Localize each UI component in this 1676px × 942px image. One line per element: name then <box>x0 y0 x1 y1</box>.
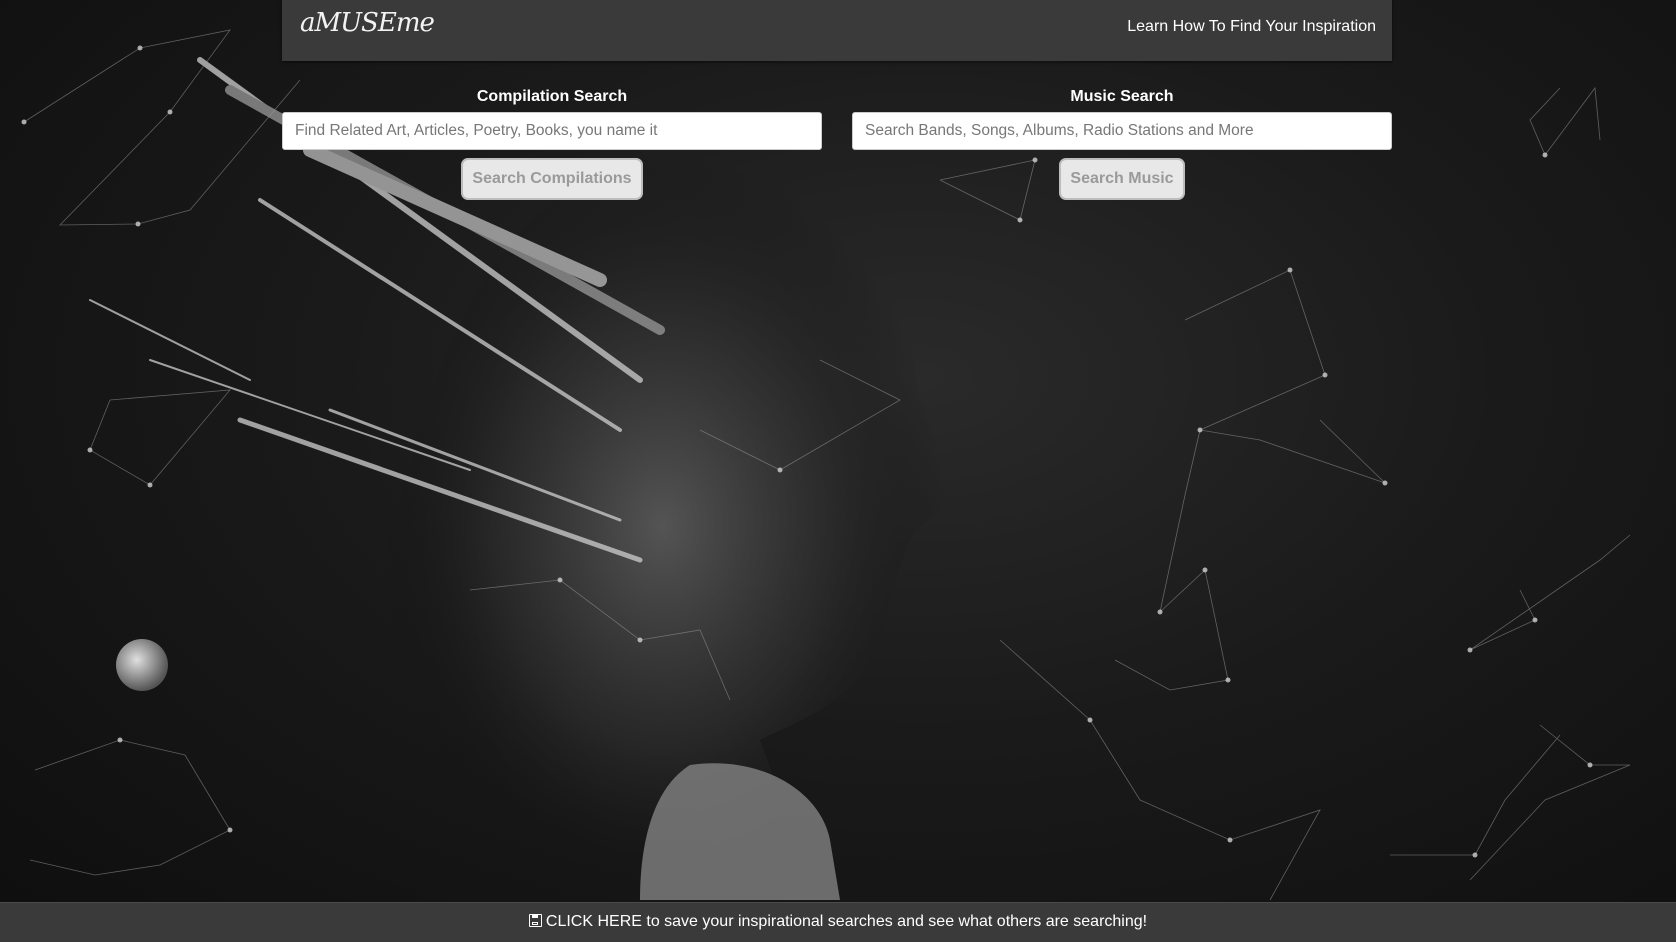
compilation-search-input[interactable] <box>282 112 822 150</box>
top-navbar: aMUSEme Learn How To Find Your Inspirati… <box>282 0 1392 61</box>
save-searches-footer[interactable]: CLICK HERE to save your inspirational se… <box>0 902 1676 942</box>
footer-cta-highlight: CLICK HERE <box>545 913 642 930</box>
moon <box>116 639 168 691</box>
head-silhouette <box>378 152 948 900</box>
brand-logo[interactable]: aMUSEme <box>300 8 435 38</box>
floppy-disk-icon <box>528 914 542 927</box>
learn-inspiration-link[interactable]: Learn How To Find Your Inspiration <box>1127 18 1376 36</box>
hand-shape <box>640 763 840 900</box>
music-search-panel: Music Search Search Music <box>852 86 1392 200</box>
footer-cta-text: to save your inspirational searches and … <box>641 913 1148 930</box>
compilation-search-title: Compilation Search <box>476 88 628 105</box>
search-music-button[interactable]: Search Music <box>1059 158 1185 200</box>
page: aMUSEme Learn How To Find Your Inspirati… <box>0 0 1676 942</box>
music-search-title: Music Search <box>1070 88 1174 105</box>
music-search-input[interactable] <box>852 112 1392 150</box>
background-artwork <box>21 29 1631 901</box>
compilation-search-panel: Compilation Search Search Compilations <box>282 86 822 200</box>
search-compilations-button[interactable]: Search Compilations <box>461 158 643 200</box>
